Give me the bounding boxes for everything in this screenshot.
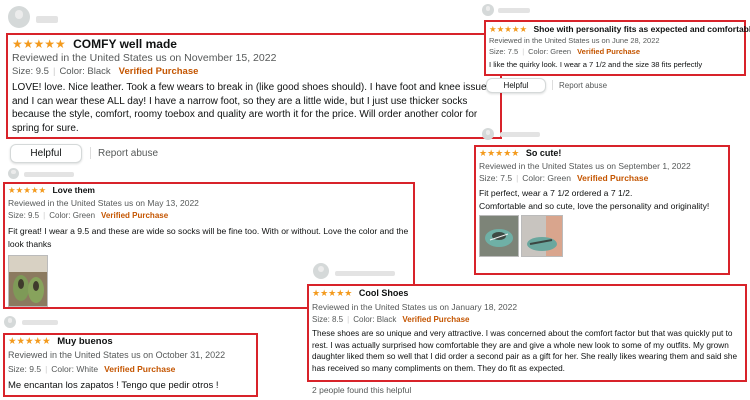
size-label[interactable]: Size: 7.5 — [479, 173, 512, 183]
review-card-cool-shoes: ★★★★★ Cool Shoes Reviewed in the United … — [307, 284, 747, 382]
review-title[interactable]: Love them — [52, 185, 95, 195]
review-date: Reviewed in the United States us on May … — [8, 198, 199, 208]
color-label[interactable]: Color: Black — [59, 66, 110, 77]
review-body: Me encantan los zapatos ! Tengo que pedi… — [8, 380, 219, 391]
star-rating-icon: ★★★★★ — [479, 148, 520, 158]
helpful-button[interactable]: Helpful — [10, 144, 82, 163]
star-rating-icon: ★★★★★ — [8, 336, 51, 347]
shoe-photo-icon — [522, 216, 562, 256]
color-label[interactable]: Color: Black — [353, 315, 396, 324]
size-label[interactable]: Size: 9.5 — [8, 364, 41, 374]
review-variant: Size: 9.5 | Color: White Verified Purchase — [8, 364, 176, 374]
reviewer-name — [22, 320, 58, 325]
reviewer-name — [36, 16, 58, 23]
reviewer-name — [500, 132, 540, 137]
shoe-photo-icon — [9, 256, 47, 306]
review-header: ★★★★★ Cool Shoes — [312, 288, 408, 299]
reviewer-name — [24, 172, 74, 177]
review-variant: Size: 9.5 | Color: Black Verified Purchase — [12, 66, 199, 77]
avatar — [8, 6, 30, 28]
review-body: I like the quirky look. I wear a 7 1/2 a… — [489, 60, 703, 69]
review-body-line: Comfortable and so cute, love the person… — [479, 201, 710, 211]
review-card-so-cute: ★★★★★ So cute! Reviewed in the United St… — [474, 145, 730, 275]
color-label[interactable]: Color: Green — [528, 47, 571, 56]
report-abuse-link[interactable]: Report abuse — [559, 81, 607, 90]
verified-purchase-badge: Verified Purchase — [104, 364, 176, 374]
review-date: Reviewed in the United States us on Janu… — [312, 302, 518, 312]
review-photo-thumbnail[interactable] — [521, 215, 563, 257]
color-label[interactable]: Color: Green — [49, 211, 95, 220]
star-rating-icon: ★★★★★ — [12, 37, 66, 51]
review-photo-thumbnail[interactable] — [479, 215, 519, 257]
reviewer-name — [498, 8, 530, 13]
verified-purchase-badge: Verified Purchase — [577, 47, 641, 56]
review-body-line: Fit perfect, wear a 7 1/2 ordered a 7 1/… — [479, 188, 633, 198]
review-card-comfy: ★★★★★ COMFY well made Reviewed in the Un… — [6, 33, 502, 139]
review-title[interactable]: COMFY well made — [73, 37, 177, 51]
review-card-muy-buenos: ★★★★★ Muy buenos Reviewed in the United … — [3, 333, 258, 397]
review-title[interactable]: Cool Shoes — [359, 288, 409, 298]
avatar — [482, 128, 494, 140]
avatar — [8, 168, 19, 179]
verified-purchase-badge: Verified Purchase — [576, 173, 649, 183]
size-label[interactable]: Size: 9.5 — [8, 211, 39, 220]
review-header: ★★★★★ So cute! — [479, 148, 561, 159]
review-title[interactable]: Shoe with personality fits as expected a… — [533, 24, 750, 34]
avatar — [313, 263, 329, 279]
reviewer-name — [335, 271, 395, 276]
review-title[interactable]: Muy buenos — [57, 336, 112, 347]
review-variant: Size: 7.5 | Color: Green Verified Purchase — [489, 47, 641, 56]
review-photo-thumbnail[interactable] — [8, 255, 48, 307]
divider — [90, 147, 91, 159]
review-header: ★★★★★ Love them — [8, 185, 95, 196]
report-abuse-link[interactable]: Report abuse — [98, 148, 158, 159]
star-rating-icon: ★★★★★ — [312, 288, 353, 298]
review-date: Reviewed in the United States us on Octo… — [8, 350, 226, 360]
size-label[interactable]: Size: 8.5 — [312, 315, 343, 324]
helpful-button[interactable]: Helpful — [486, 78, 546, 93]
review-body: LOVE! love. Nice leather. Took a few wea… — [12, 82, 492, 134]
avatar — [4, 316, 16, 328]
review-variant: Size: 9.5 | Color: Green Verified Purchase — [8, 211, 169, 220]
review-body: These shoes are so unique and very attra… — [312, 329, 738, 373]
helpful-count: 2 people found this helpful — [312, 385, 412, 395]
avatar — [482, 4, 494, 16]
review-variant: Size: 7.5 | Color: Green Verified Purchase — [479, 173, 649, 183]
review-date: Reviewed in the United States us on Nove… — [12, 52, 277, 64]
color-label[interactable]: Color: Green — [522, 173, 571, 183]
review-variant: Size: 8.5 | Color: Black Verified Purchase — [312, 315, 470, 324]
review-title[interactable]: So cute! — [526, 148, 562, 158]
verified-purchase-badge: Verified Purchase — [101, 211, 169, 220]
review-header: ★★★★★ Shoe with personality fits as expe… — [489, 24, 750, 35]
size-label[interactable]: Size: 9.5 — [12, 66, 49, 77]
review-date: Reviewed in the United States us on Sept… — [479, 161, 691, 171]
star-rating-icon: ★★★★★ — [8, 185, 47, 195]
review-body: Fit great! I wear a 9.5 and these are wi… — [8, 226, 409, 249]
review-header: ★★★★★ Muy buenos — [8, 336, 113, 347]
verified-purchase-badge: Verified Purchase — [118, 66, 199, 77]
size-label[interactable]: Size: 7.5 — [489, 47, 518, 56]
star-rating-icon: ★★★★★ — [489, 24, 528, 34]
verified-purchase-badge: Verified Purchase — [402, 315, 470, 324]
review-header: ★★★★★ COMFY well made — [12, 37, 177, 51]
review-date: Reviewed in the United States us on June… — [489, 36, 660, 45]
color-label[interactable]: Color: White — [51, 364, 98, 374]
shoe-photo-icon — [480, 216, 518, 256]
divider — [552, 80, 553, 90]
review-card-personality: ★★★★★ Shoe with personality fits as expe… — [484, 20, 750, 76]
